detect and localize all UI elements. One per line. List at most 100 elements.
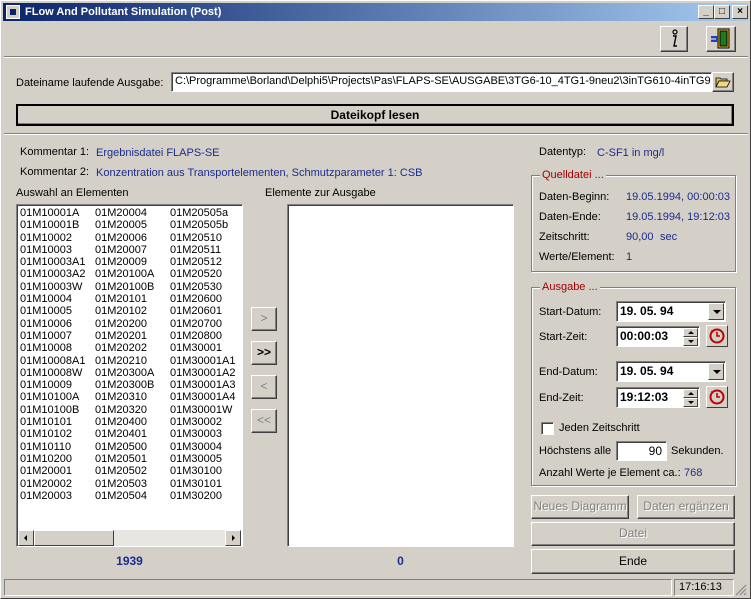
list-item[interactable]: 01M10005 bbox=[20, 305, 85, 317]
start-time-up[interactable] bbox=[683, 328, 698, 337]
list-item[interactable]: 01M20001 bbox=[20, 465, 85, 477]
list-item[interactable]: 01M10100B bbox=[20, 404, 85, 416]
list-item[interactable]: 01M20505b bbox=[170, 219, 235, 231]
list-item[interactable]: 01M20202 bbox=[95, 342, 154, 354]
output-list[interactable] bbox=[287, 204, 514, 547]
max-seconds-input[interactable]: 90 bbox=[616, 441, 667, 461]
list-item[interactable]: 01M10002 bbox=[20, 232, 85, 244]
list-item[interactable]: 01M20300A bbox=[95, 367, 154, 379]
list-item[interactable]: 01M20201 bbox=[95, 330, 154, 342]
list-item[interactable]: 01M20101 bbox=[95, 293, 154, 305]
start-date-field[interactable]: 19. 05. 94 bbox=[616, 301, 726, 322]
end-time-down[interactable] bbox=[683, 398, 698, 407]
file-button[interactable]: Datei bbox=[531, 522, 735, 546]
exit-button[interactable]: Ende bbox=[531, 549, 735, 574]
list-item[interactable]: 01M10004 bbox=[20, 293, 85, 305]
selection-list[interactable]: 01M10001A 01M10001B 01M10002 01M10003 01M100… bbox=[16, 204, 243, 547]
list-item[interactable]: 01M30001A3 bbox=[170, 379, 235, 391]
list-item[interactable]: 01M20210 bbox=[95, 355, 154, 367]
list-item[interactable]: 01M20007 bbox=[95, 244, 154, 256]
list-item[interactable]: 01M30001A4 bbox=[170, 391, 235, 403]
end-time-reset-button[interactable] bbox=[706, 386, 728, 408]
list-item[interactable]: 01M10003 bbox=[20, 244, 85, 256]
selection-hscrollbar[interactable] bbox=[18, 530, 241, 546]
list-item[interactable]: 01M10008 bbox=[20, 342, 85, 354]
scroll-thumb[interactable] bbox=[34, 530, 114, 546]
file-path-field[interactable]: C:\Programme\Borland\Delphi5\Projects\Pa… bbox=[171, 72, 712, 92]
list-item[interactable]: 01M20800 bbox=[170, 330, 235, 342]
list-item[interactable]: 01M20100B bbox=[95, 281, 154, 293]
list-item[interactable]: 01M20200 bbox=[95, 318, 154, 330]
list-item[interactable]: 01M20009 bbox=[95, 256, 154, 268]
list-item[interactable]: 01M20401 bbox=[95, 428, 154, 440]
list-item[interactable]: 01M30001A2 bbox=[170, 367, 235, 379]
list-item[interactable]: 01M20003 bbox=[20, 490, 85, 502]
list-item[interactable]: 01M30004 bbox=[170, 441, 235, 453]
list-item[interactable]: 01M20520 bbox=[170, 268, 235, 280]
help-button[interactable] bbox=[660, 26, 688, 52]
list-item[interactable]: 01M10003W bbox=[20, 281, 85, 293]
list-item[interactable]: 01M10200 bbox=[20, 453, 85, 465]
list-item[interactable]: 01M20004 bbox=[95, 207, 154, 219]
list-item[interactable]: 01M20100A bbox=[95, 268, 154, 280]
add-all-button[interactable]: >> bbox=[251, 341, 277, 365]
list-item[interactable]: 01M10008W bbox=[20, 367, 85, 379]
start-date-dropdown[interactable] bbox=[708, 303, 724, 320]
list-item[interactable]: 01M20310 bbox=[95, 391, 154, 403]
list-item[interactable]: 01M30001 bbox=[170, 342, 235, 354]
list-item[interactable]: 01M20300B bbox=[95, 379, 154, 391]
list-item[interactable]: 01M10009 bbox=[20, 379, 85, 391]
minimize-button[interactable]: _ bbox=[698, 5, 714, 19]
list-item[interactable]: 01M20500 bbox=[95, 441, 154, 453]
list-item[interactable]: 01M30005 bbox=[170, 453, 235, 465]
list-item[interactable]: 01M20601 bbox=[170, 305, 235, 317]
list-item[interactable]: 01M20504 bbox=[95, 490, 154, 502]
start-time-field[interactable]: 00:00:03 bbox=[616, 326, 700, 347]
read-header-button[interactable]: Dateikopf lesen bbox=[16, 104, 734, 126]
new-diagram-button[interactable]: Neues Diagramm bbox=[531, 495, 629, 519]
list-item[interactable]: 01M20501 bbox=[95, 453, 154, 465]
maximize-button[interactable]: □ bbox=[714, 5, 730, 19]
list-item[interactable]: 01M10003A1 bbox=[20, 256, 85, 268]
list-item[interactable]: 01M30200 bbox=[170, 490, 235, 502]
list-item[interactable]: 01M20006 bbox=[95, 232, 154, 244]
list-item[interactable]: 01M30002 bbox=[170, 416, 235, 428]
list-item[interactable]: 01M20400 bbox=[95, 416, 154, 428]
start-time-down[interactable] bbox=[683, 337, 698, 346]
list-item[interactable]: 01M20505a bbox=[170, 207, 235, 219]
close-button[interactable]: × bbox=[732, 5, 748, 19]
list-item[interactable]: 01M30101 bbox=[170, 478, 235, 490]
list-item[interactable]: 01M20002 bbox=[20, 478, 85, 490]
list-item[interactable]: 01M10007 bbox=[20, 330, 85, 342]
list-item[interactable]: 01M20530 bbox=[170, 281, 235, 293]
add-data-button[interactable]: Daten ergänzen bbox=[637, 495, 735, 519]
list-item[interactable]: 01M10101 bbox=[20, 416, 85, 428]
list-item[interactable]: 01M10001B bbox=[20, 219, 85, 231]
list-item[interactable]: 01M10110 bbox=[20, 441, 85, 453]
list-item[interactable]: 01M30100 bbox=[170, 465, 235, 477]
list-item[interactable]: 01M20510 bbox=[170, 232, 235, 244]
start-time-reset-button[interactable] bbox=[706, 325, 728, 347]
end-date-dropdown[interactable] bbox=[708, 363, 724, 380]
add-button[interactable]: > bbox=[251, 307, 277, 331]
open-file-button[interactable] bbox=[712, 72, 734, 92]
list-item[interactable]: 01M30003 bbox=[170, 428, 235, 440]
list-item[interactable]: 01M10102 bbox=[20, 428, 85, 440]
list-item[interactable]: 01M20700 bbox=[170, 318, 235, 330]
list-item[interactable]: 01M20503 bbox=[95, 478, 154, 490]
end-date-field[interactable]: 19. 05. 94 bbox=[616, 361, 726, 382]
list-item[interactable]: 01M10100A bbox=[20, 391, 85, 403]
scroll-right-arrow[interactable] bbox=[225, 530, 241, 546]
list-item[interactable]: 01M20502 bbox=[95, 465, 154, 477]
list-item[interactable]: 01M20600 bbox=[170, 293, 235, 305]
list-item[interactable]: 01M10006 bbox=[20, 318, 85, 330]
list-item[interactable]: 01M20005 bbox=[95, 219, 154, 231]
exit-app-button[interactable] bbox=[706, 26, 736, 52]
list-item[interactable]: 01M30001W bbox=[170, 404, 235, 416]
list-item[interactable]: 01M10003A2 bbox=[20, 268, 85, 280]
scroll-left-arrow[interactable] bbox=[18, 530, 34, 546]
list-item[interactable]: 01M20511 bbox=[170, 244, 235, 256]
list-item[interactable]: 01M20512 bbox=[170, 256, 235, 268]
remove-button[interactable]: < bbox=[251, 375, 277, 399]
remove-all-button[interactable]: << bbox=[251, 409, 277, 433]
